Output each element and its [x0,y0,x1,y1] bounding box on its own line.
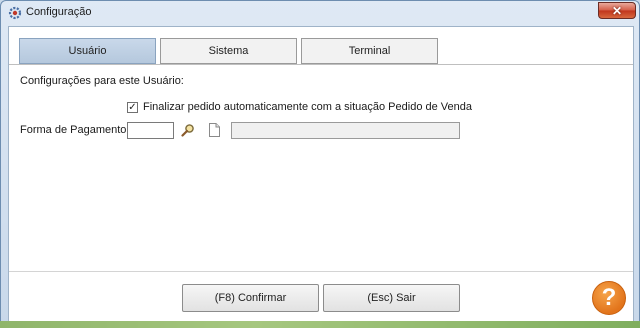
tab-sistema-label: Sistema [208,45,249,57]
tab-terminal-label: Terminal [348,45,391,57]
document-icon[interactable] [209,123,220,137]
title-bar[interactable]: Configuração ✕ [1,1,639,25]
tab-terminal[interactable]: Terminal [301,38,438,64]
search-icon[interactable] [181,123,195,137]
finalizar-pedido-checkbox[interactable]: ✓ [127,101,138,113]
forma-pagamento-description-field [231,122,460,139]
confirm-button[interactable]: (F8) Confirmar [182,284,319,312]
forma-pagamento-code-input[interactable] [127,122,174,139]
section-label: Configurações para este Usuário: [20,75,184,87]
gear-app-icon [8,6,22,20]
forma-pagamento-label: Forma de Pagamento: [20,124,130,136]
window-title: Configuração [26,6,92,18]
desktop-background [0,321,640,328]
close-icon: ✕ [611,3,623,18]
dialog-body: Usuário Sistema Terminal Configurações p… [8,26,634,322]
config-window: Configuração ✕ Usuário Sistema Terminal … [0,0,640,328]
close-button[interactable]: ✕ [598,2,636,19]
tab-usuario[interactable]: Usuário [19,38,156,64]
finalizar-pedido-option[interactable]: ✓ Finalizar pedido automaticamente com a… [127,101,472,113]
tab-divider [9,64,633,65]
exit-button[interactable]: (Esc) Sair [323,284,460,312]
footer-divider [9,271,633,272]
tab-sistema[interactable]: Sistema [160,38,297,64]
finalizar-pedido-label: Finalizar pedido automaticamente com a s… [143,101,472,113]
help-icon[interactable]: ? [592,281,626,315]
tab-usuario-label: Usuário [68,45,107,57]
